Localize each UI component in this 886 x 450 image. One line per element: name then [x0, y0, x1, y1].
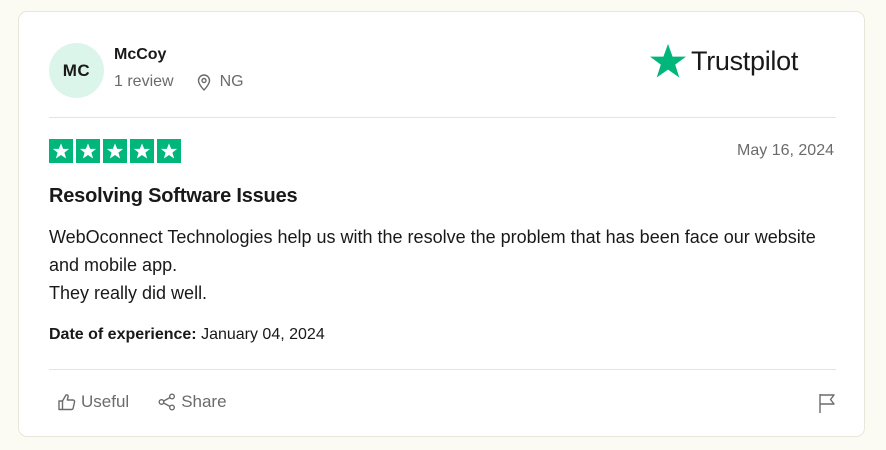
reviewer-meta: 1 review NG	[114, 73, 244, 91]
thumbs-up-icon	[57, 392, 77, 412]
rating-star-icon	[49, 139, 73, 163]
reviewer-country: NG	[219, 73, 244, 90]
divider	[49, 369, 836, 370]
review-title[interactable]: Resolving Software Issues	[49, 185, 298, 208]
flag-icon	[817, 392, 837, 414]
review-card: MC McCoy 1 review NG Trustpilot May 16, …	[18, 11, 865, 437]
experience-date: January 04, 2024	[201, 326, 325, 343]
share-icon	[157, 392, 177, 412]
logo-text: Trustpilot	[691, 45, 799, 76]
review-body: WebOconnect Technologies help us with th…	[49, 223, 839, 307]
share-label: Share	[181, 392, 227, 411]
date-of-experience: Date of experience: January 04, 2024	[49, 326, 325, 344]
location-pin-icon	[196, 73, 212, 91]
review-date: May 16, 2024	[737, 142, 834, 159]
rating-star-icon	[130, 139, 154, 163]
avatar[interactable]: MC	[49, 43, 104, 98]
rating-star-icon	[103, 139, 127, 163]
useful-label: Useful	[81, 392, 130, 411]
review-actions: Useful Share	[57, 392, 227, 412]
star-rating	[49, 139, 181, 163]
divider	[49, 117, 836, 118]
trustpilot-logo[interactable]: Trustpilot	[649, 42, 798, 80]
review-body-paragraph: WebOconnect Technologies help us with th…	[49, 227, 816, 275]
rating-star-icon	[76, 139, 100, 163]
rating-star-icon	[157, 139, 181, 163]
experience-label: Date of experience:	[49, 326, 197, 343]
useful-button[interactable]: Useful	[57, 392, 129, 412]
review-count: 1 review	[114, 73, 174, 90]
flag-button[interactable]	[817, 392, 837, 414]
review-body-paragraph: They really did well.	[49, 283, 208, 303]
reviewer-name[interactable]: McCoy	[114, 46, 166, 64]
star-icon	[649, 42, 687, 80]
share-button[interactable]: Share	[157, 392, 227, 412]
